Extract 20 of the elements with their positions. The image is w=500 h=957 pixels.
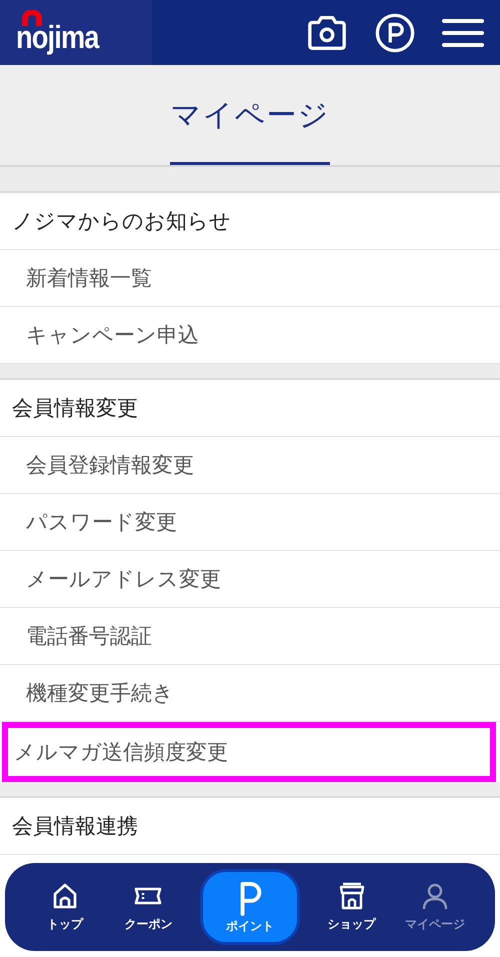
menu-item[interactable]: 新着情報一覧 bbox=[0, 250, 500, 307]
nav-tab[interactable]: マイページ bbox=[403, 881, 468, 933]
section-title: 会員情報変更 bbox=[0, 380, 500, 437]
nav-tab[interactable]: ショップ bbox=[320, 881, 384, 933]
nav-tab[interactable]: クーポン bbox=[116, 881, 180, 933]
menu-item[interactable]: パスワード変更 bbox=[0, 494, 500, 551]
logo[interactable]: nojima bbox=[0, 0, 152, 65]
menu-item[interactable]: 会員登録情報変更 bbox=[0, 437, 500, 494]
nav-tab[interactable]: トップ bbox=[32, 881, 97, 933]
point-icon[interactable] bbox=[374, 12, 416, 52]
menu-item[interactable]: 電話番号認証 bbox=[0, 608, 500, 665]
menu-item[interactable]: 機種変更手続き bbox=[0, 665, 500, 722]
menu-item[interactable]: キャンペーン申込 bbox=[0, 307, 500, 364]
arc-icon bbox=[19, 10, 45, 26]
section-title: ノジマからのお知らせ bbox=[0, 193, 500, 250]
nav-tab[interactable]: ポイント bbox=[200, 869, 300, 945]
page-title: マイページ bbox=[170, 97, 330, 135]
menu-item[interactable]: メルマガ送信頻度変更 bbox=[2, 722, 496, 782]
section-title: 会員情報連携 bbox=[0, 798, 500, 855]
menu-item[interactable]: メールアドレス変更 bbox=[0, 551, 500, 608]
